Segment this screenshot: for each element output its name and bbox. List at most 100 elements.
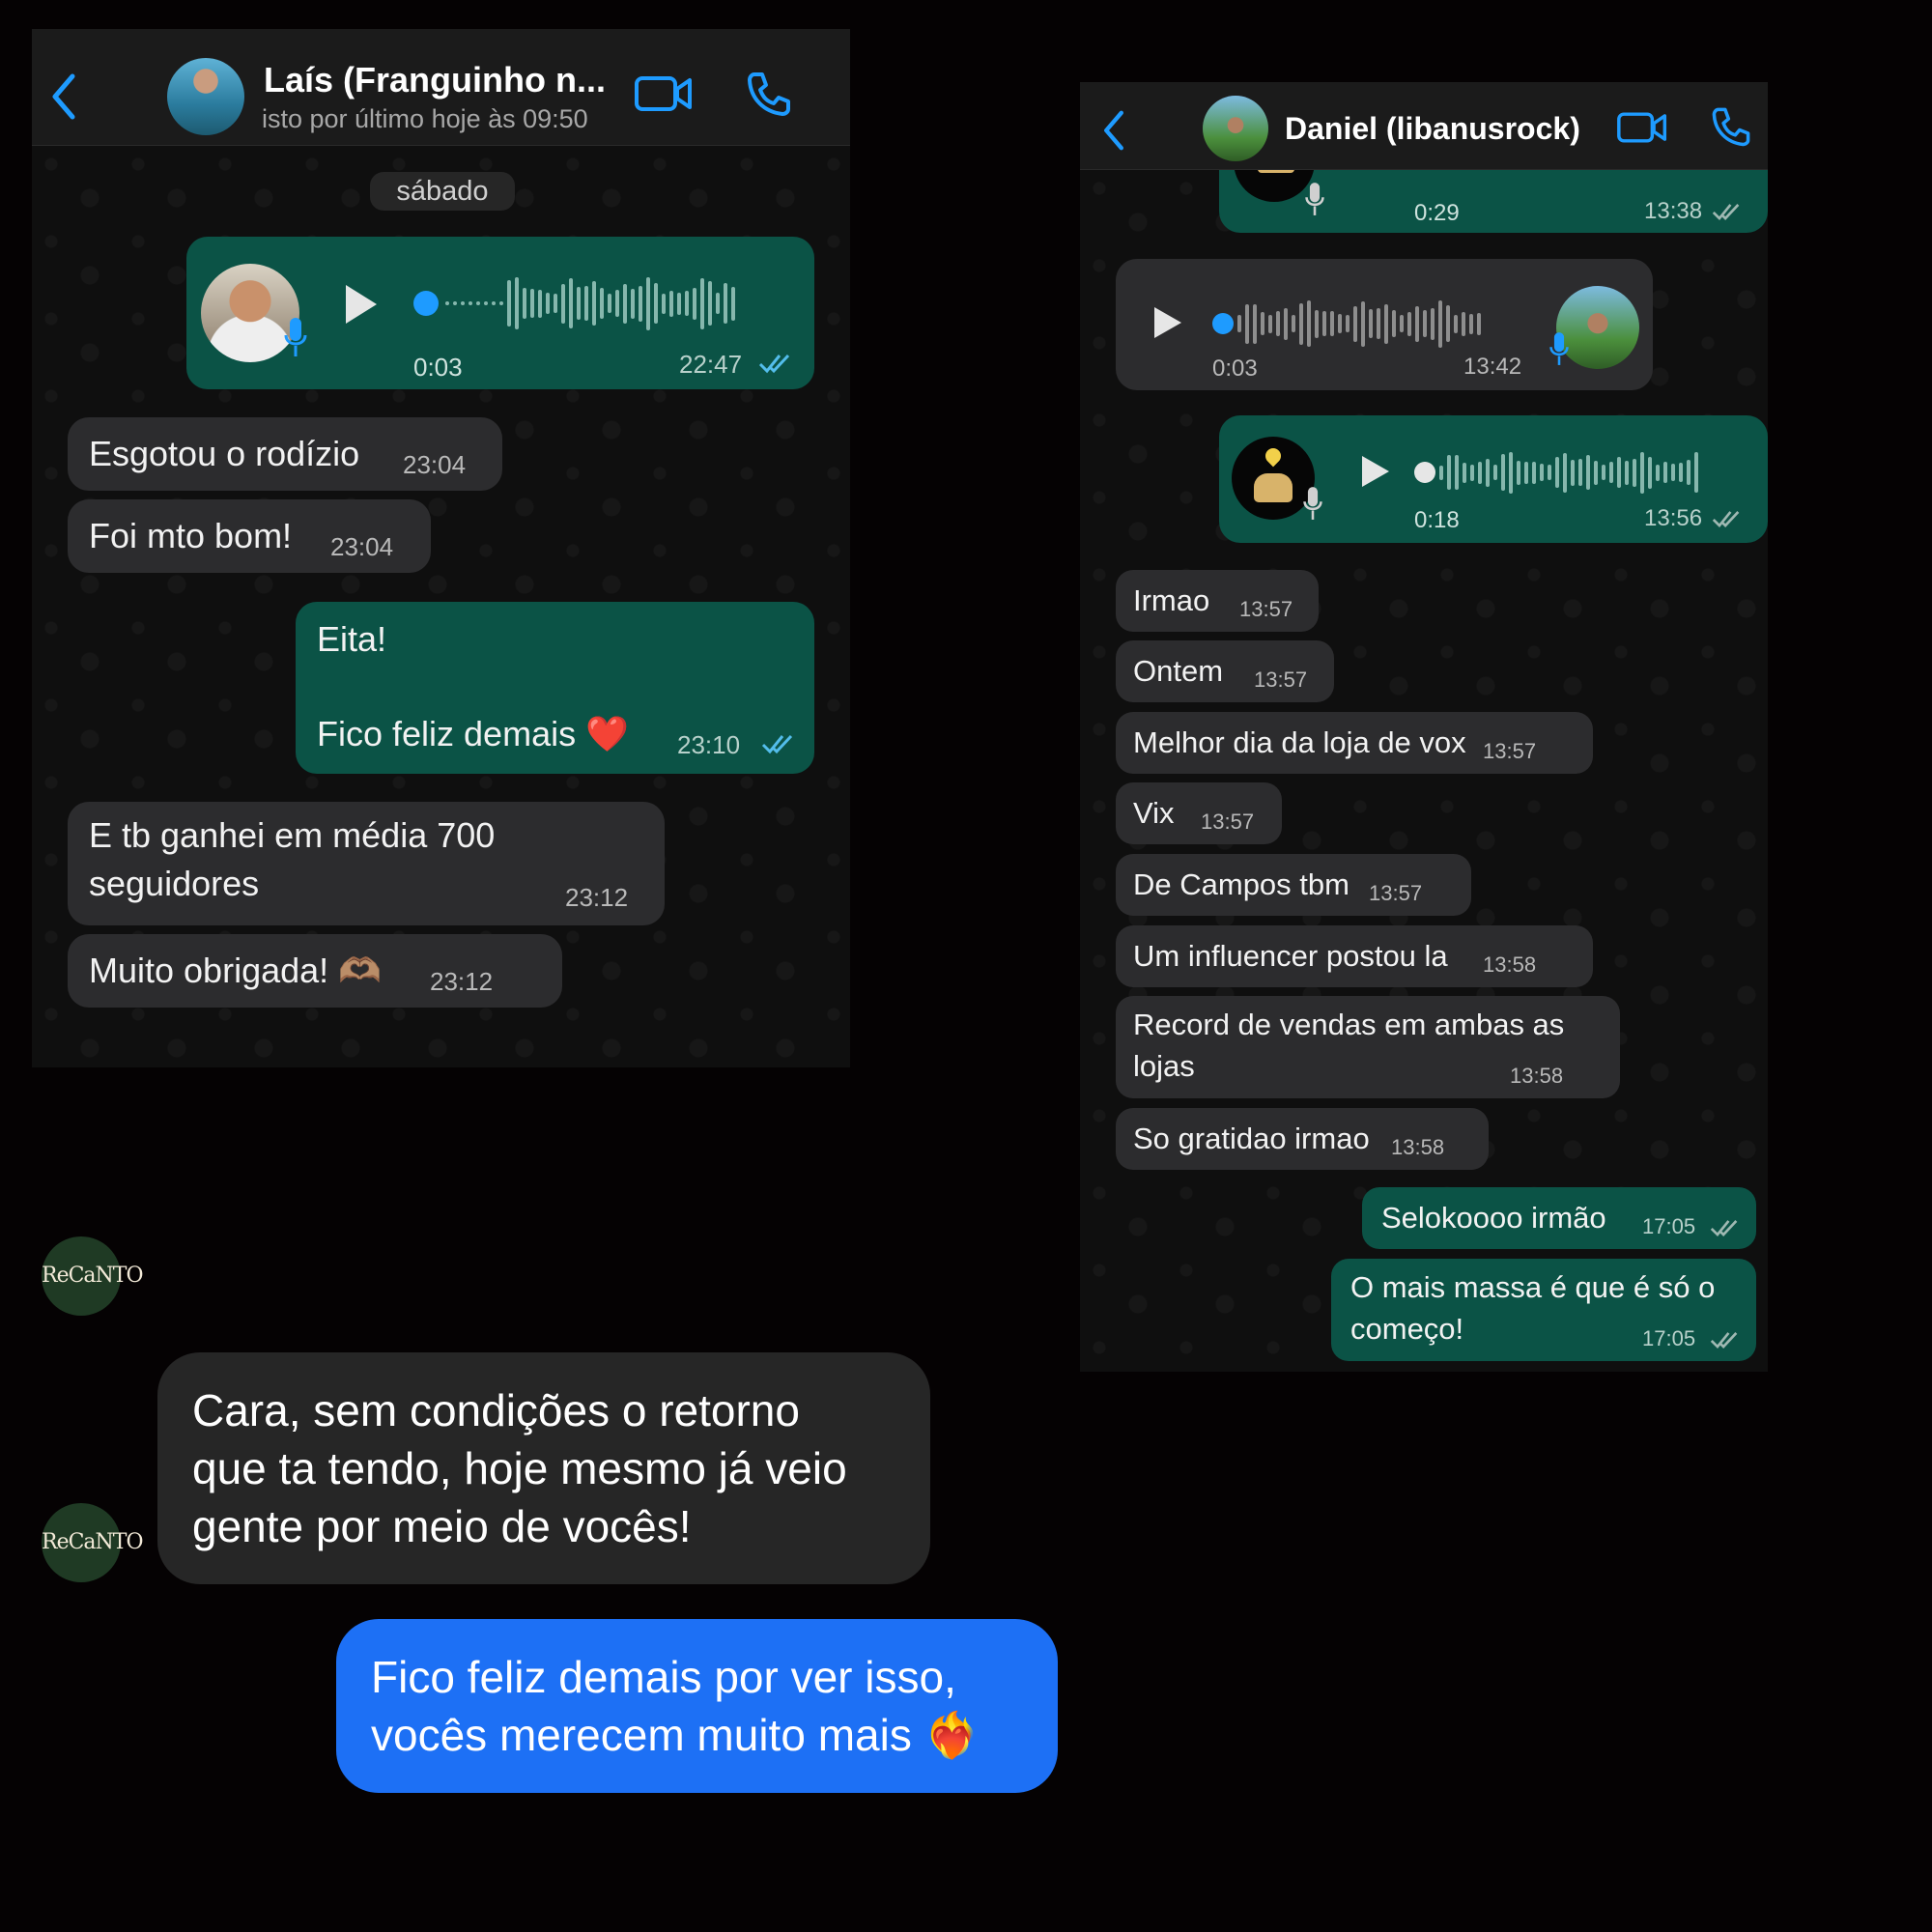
voice-waveform[interactable] <box>445 271 735 335</box>
play-icon[interactable] <box>1154 307 1181 338</box>
waveform-bar <box>1407 311 1411 336</box>
waveform-bar <box>492 301 496 305</box>
waveform-bar <box>1478 461 1482 484</box>
microphone-icon <box>1303 487 1322 520</box>
message-incoming[interactable]: Foi mto bom! 23:04 <box>68 499 431 573</box>
message-incoming[interactable]: Um influencer postou la 13:58 <box>1116 925 1593 987</box>
waveform-bar <box>530 289 534 318</box>
playback-dot[interactable] <box>1414 462 1435 483</box>
message-time: 23:10 <box>677 730 741 759</box>
contact-name[interactable]: Daniel (libanusrock) <box>1285 111 1580 147</box>
waveform-bar <box>499 301 503 305</box>
message-time: 23:04 <box>330 532 394 561</box>
message-incoming[interactable]: Ontem 13:57 <box>1116 640 1334 702</box>
waveform-bar <box>1330 311 1334 336</box>
waveform-bar <box>600 288 604 319</box>
message-text-line1: Eita! <box>317 619 387 659</box>
voice-waveform[interactable] <box>1237 296 1481 352</box>
waveform-bar <box>1578 459 1582 486</box>
waveform-bar <box>669 290 673 317</box>
message-incoming[interactable]: So gratidao irmao 13:58 <box>1116 1108 1489 1170</box>
voice-message-outgoing[interactable]: 0:18 13:56 <box>1219 415 1768 543</box>
waveform-bar <box>1253 303 1257 344</box>
waveform-bar <box>1524 461 1528 484</box>
double-check-icon <box>758 354 790 374</box>
message-incoming[interactable]: Cara, sem condições o retorno que ta ten… <box>157 1352 930 1584</box>
microphone-icon <box>1549 332 1569 365</box>
voice-message-outgoing[interactable]: 0:03 22:47 <box>186 237 814 389</box>
back-chevron-icon[interactable] <box>49 72 78 121</box>
waveform-bar <box>1493 465 1497 480</box>
waveform-bar <box>507 280 511 327</box>
waveform-bar <box>1346 315 1350 332</box>
message-text: Esgotou o rodízio <box>89 434 360 473</box>
message-text: De Campos tbm <box>1133 867 1350 901</box>
microphone-icon <box>284 318 307 356</box>
waveform-bar <box>615 290 619 317</box>
waveform-bar <box>1455 455 1459 490</box>
message-incoming[interactable]: E tb ganhei em média 700 seguidores 23:1… <box>68 802 665 925</box>
message-incoming[interactable]: Record de vendas em ambas as lojas 13:58 <box>1116 996 1620 1098</box>
message-incoming[interactable]: De Campos tbm 13:57 <box>1116 854 1471 916</box>
message-outgoing[interactable]: Fico feliz demais por ver isso, vocês me… <box>336 1619 1058 1793</box>
avatar[interactable] <box>1203 96 1268 161</box>
contact-name[interactable]: Laís (Franguinho n... <box>264 60 606 100</box>
message-text: Melhor dia da loja de vox <box>1133 725 1466 759</box>
back-chevron-icon[interactable] <box>1101 109 1126 152</box>
waveform-bar <box>1663 462 1667 483</box>
waveform-bar <box>1509 451 1513 494</box>
message-outgoing[interactable]: Eita! Fico feliz demais ❤️ 23:10 <box>296 602 814 774</box>
waveform-bar <box>700 277 704 329</box>
message-text-line1: Cara, sem condições o retorno <box>192 1385 800 1435</box>
waveform-bar <box>1571 459 1575 486</box>
playback-dot[interactable] <box>1212 313 1234 334</box>
waveform-bar <box>1447 455 1451 490</box>
play-icon[interactable] <box>1362 456 1389 487</box>
message-text-line2: lojas <box>1133 1049 1195 1083</box>
microphone-icon <box>1305 183 1324 215</box>
message-text: Muito obrigada! 🫶🏽 <box>89 951 382 990</box>
waveform-bar <box>1463 462 1466 483</box>
message-incoming[interactable]: Muito obrigada! 🫶🏽 23:12 <box>68 934 562 1008</box>
voice-duration: 0:18 <box>1414 507 1460 533</box>
business-logo-avatar[interactable]: ReCaNTO <box>42 1503 144 1582</box>
waveform-bar <box>1446 305 1450 342</box>
message-time: 13:57 <box>1239 597 1293 621</box>
voice-message-incoming[interactable]: 0:03 13:42 <box>1116 259 1653 390</box>
message-incoming[interactable]: Melhor dia da loja de vox 13:57 <box>1116 712 1593 774</box>
waveform-bar <box>1353 305 1357 342</box>
waveform-bar <box>523 288 526 319</box>
avatar[interactable] <box>167 58 244 135</box>
message-incoming[interactable]: Vix 13:57 <box>1116 782 1282 844</box>
waveform-bar <box>1415 305 1419 342</box>
play-icon[interactable] <box>346 285 377 324</box>
message-time: 23:04 <box>403 450 467 479</box>
message-incoming[interactable]: Esgotou o rodízio 23:04 <box>68 417 502 491</box>
waveform-bar <box>1438 299 1442 348</box>
video-call-icon[interactable] <box>1616 109 1668 146</box>
voice-waveform[interactable] <box>1439 444 1698 500</box>
waveform-bar <box>1679 463 1683 482</box>
video-call-icon[interactable] <box>634 72 694 115</box>
waveform-bar <box>1640 451 1644 494</box>
phone-call-icon[interactable] <box>1710 105 1752 148</box>
phone-call-icon[interactable] <box>745 70 793 118</box>
playback-dot[interactable] <box>413 291 439 316</box>
waveform-bar <box>1563 452 1567 493</box>
message-time: 17:05 <box>1642 1214 1696 1238</box>
message-time: 13:56 <box>1644 505 1703 531</box>
waveform-bar <box>724 283 727 324</box>
business-logo-avatar[interactable]: ReCaNTO <box>42 1236 144 1316</box>
message-time: 13:38 <box>1644 198 1703 224</box>
message-time: 13:57 <box>1483 739 1537 763</box>
waveform-bar <box>631 288 635 319</box>
message-outgoing[interactable]: O mais massa é que é só o começo! 17:05 <box>1331 1259 1756 1361</box>
message-incoming[interactable]: Irmao 13:57 <box>1116 570 1319 632</box>
message-outgoing[interactable]: Selokoooo irmão 17:05 <box>1362 1187 1756 1249</box>
waveform-bar <box>1517 460 1520 485</box>
voice-duration: 0:03 <box>413 353 463 382</box>
message-text-line1: Fico feliz demais por ver isso, <box>371 1652 956 1702</box>
message-time: 13:57 <box>1254 668 1308 692</box>
message-text: Selokoooo irmão <box>1381 1201 1606 1235</box>
last-seen-status: isto por último hoje às 09:50 <box>262 104 588 133</box>
